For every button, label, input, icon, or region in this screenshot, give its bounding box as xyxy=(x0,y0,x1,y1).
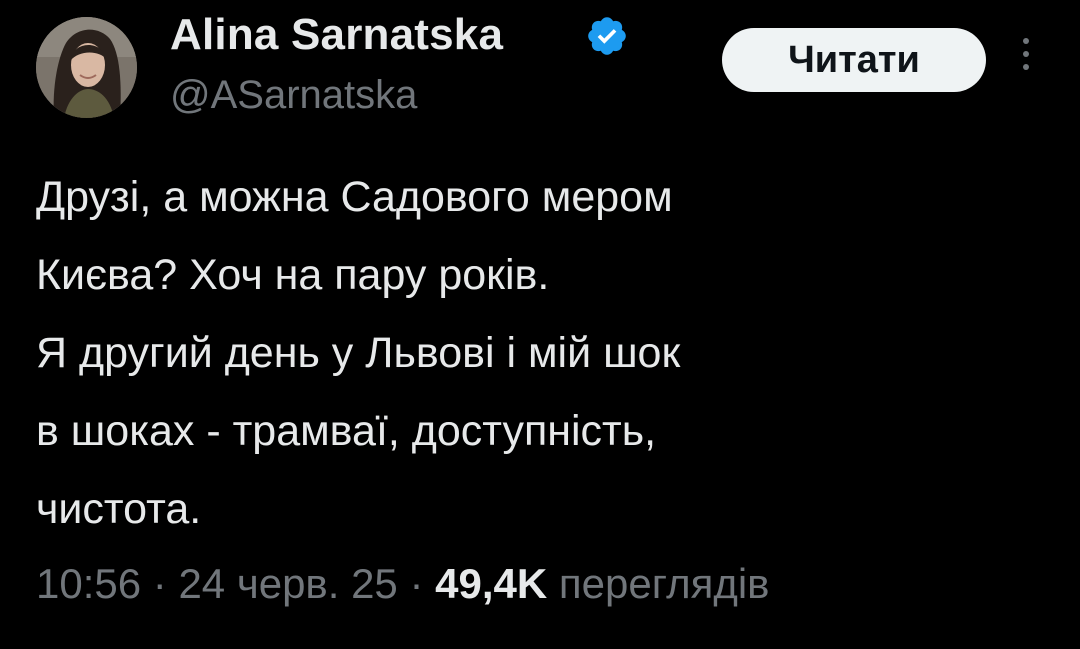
views-label: переглядів xyxy=(547,560,770,607)
more-vertical-icon[interactable] xyxy=(1014,38,1038,86)
tweet: Alina Sarnatska @ASarnatska Читати Друзі… xyxy=(0,0,1080,649)
handle[interactable]: @ASarnatska xyxy=(170,72,417,118)
tweet-meta: 10:56 · 24 черв. 25 · 49,4K переглядів xyxy=(36,552,770,616)
separator: · xyxy=(141,560,179,607)
separator: · xyxy=(397,560,436,607)
views-count[interactable]: 49,4K xyxy=(435,560,547,607)
tweet-time[interactable]: 10:56 xyxy=(36,560,141,607)
tweet-date[interactable]: 24 черв. 25 xyxy=(178,560,397,607)
tweet-text: Друзі, а можна Садового мером Києва? Хоч… xyxy=(36,158,1036,548)
avatar-photo xyxy=(36,17,137,118)
avatar[interactable] xyxy=(36,17,137,118)
tweet-text-line: Друзі, а можна Садового мером xyxy=(36,173,673,221)
display-name[interactable]: Alina Sarnatska xyxy=(170,10,503,60)
tweet-text-line: Києва? Хоч на пару років. xyxy=(36,251,550,299)
tweet-text-line: Я другий день у Львові і мій шок xyxy=(36,329,681,377)
verified-badge-icon[interactable] xyxy=(585,14,629,58)
tweet-text-line: чистота. xyxy=(36,485,202,533)
tweet-text-line: в шоках - трамваї, доступність, xyxy=(36,407,657,455)
follow-button[interactable]: Читати xyxy=(722,28,986,92)
